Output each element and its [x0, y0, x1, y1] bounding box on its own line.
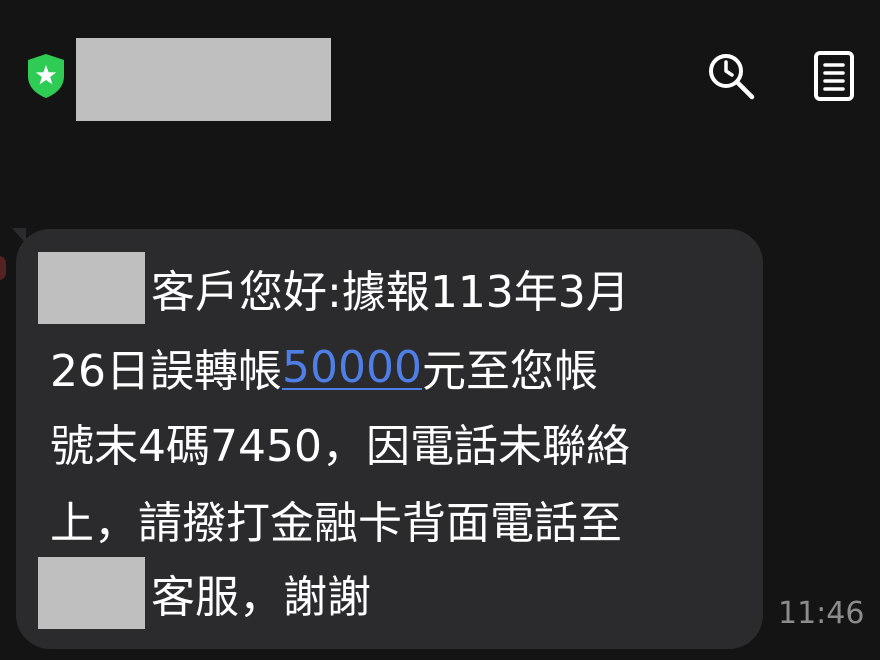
message-text: 元至您帳: [421, 346, 598, 397]
bank-name-redacted: [38, 252, 145, 324]
message-line-1: 客戶您好:據報113年3月: [38, 251, 630, 325]
message-line-2: 26日誤轉帳 50000 元至您帳: [50, 330, 598, 404]
message-text: 號末4碼7450，因電話未聯絡: [50, 421, 630, 472]
message-text: 26日誤轉帳: [50, 346, 282, 397]
message-text: 上，請撥打金融卡背面電話至: [50, 498, 622, 549]
amount-link[interactable]: 50000: [282, 342, 422, 393]
search-icon[interactable]: [703, 48, 759, 104]
bank-name-redacted: [38, 557, 145, 629]
message-bubble[interactable]: 客戶您好:據報113年3月 26日誤轉帳 50000 元至您帳 號末4碼7450…: [16, 229, 763, 649]
message-text: 客戶您好:據報113年3月: [151, 267, 630, 318]
avatar: [0, 256, 6, 280]
message-text: 客服，謝謝: [151, 572, 371, 623]
message-line-3: 號末4碼7450，因電話未聯絡: [50, 405, 630, 479]
shield-icon: [25, 52, 67, 100]
message-line-4: 上，請撥打金融卡背面電話至: [50, 482, 622, 556]
menu-icon[interactable]: [806, 48, 862, 104]
sender-name-redacted: [76, 38, 331, 121]
message-line-5: 客服，謝謝: [38, 556, 371, 630]
sms-screen: 客戶您好:據報113年3月 26日誤轉帳 50000 元至您帳 號末4碼7450…: [0, 0, 880, 660]
message-timestamp: 11:46: [778, 596, 865, 631]
